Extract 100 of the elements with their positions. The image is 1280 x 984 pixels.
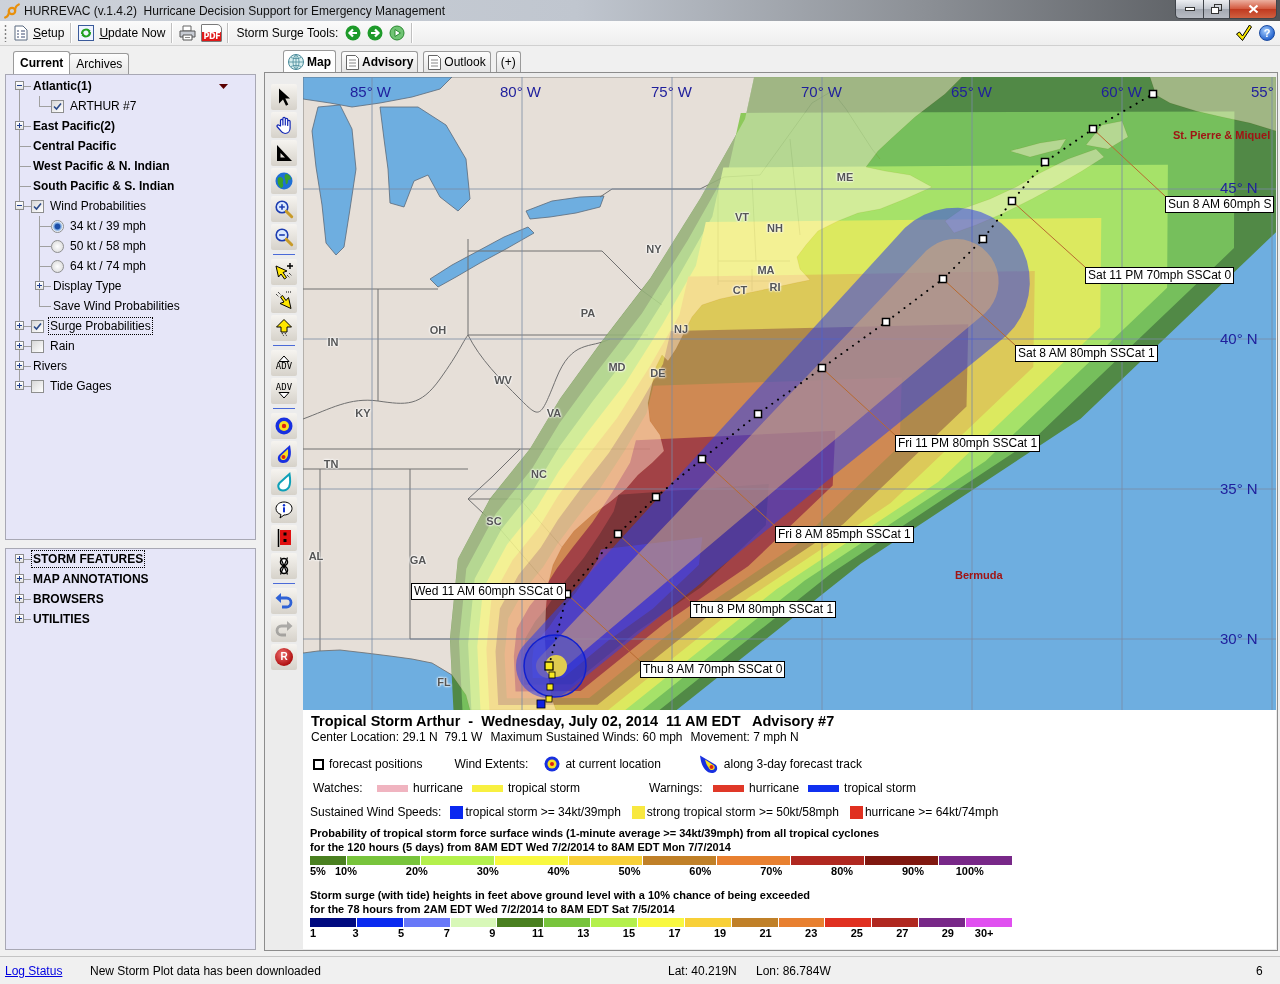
tree-item[interactable]: MAP ANNOTATIONS bbox=[31, 570, 151, 588]
forecast-position-marker bbox=[817, 363, 827, 373]
scale-tick-label: 9 bbox=[489, 927, 496, 939]
checkbox[interactable] bbox=[31, 379, 44, 393]
tree-item[interactable]: UTILITIES bbox=[31, 610, 92, 628]
legend-heading: Warnings: bbox=[649, 781, 704, 795]
panel-tab[interactable]: Current bbox=[13, 51, 71, 74]
close-button[interactable] bbox=[1230, 0, 1277, 19]
tree-item[interactable]: West Pacific & N. Indian bbox=[31, 157, 172, 175]
tree-item[interactable]: Surge Probabilities bbox=[48, 317, 153, 335]
state-label: NY bbox=[646, 243, 662, 255]
triangle-down-icon bbox=[278, 392, 290, 399]
latitude-label: 40° N bbox=[1220, 331, 1258, 346]
checkbox[interactable] bbox=[31, 319, 44, 333]
advisory-down-button[interactable]: ADV bbox=[271, 378, 297, 404]
tree-item[interactable]: South Pacific & S. Indian bbox=[31, 177, 177, 195]
expand-toggle[interactable] bbox=[15, 201, 24, 210]
scale-tick-label: 29 bbox=[941, 927, 954, 939]
tree-item[interactable]: Save Wind Probabilities bbox=[51, 297, 182, 315]
wind-swath-button[interactable] bbox=[271, 441, 297, 467]
scale-tick-label: 100% bbox=[955, 865, 984, 877]
tree-item[interactable]: Central Pacific bbox=[31, 137, 119, 155]
legend-label: forecast positions bbox=[329, 757, 423, 771]
expand-toggle[interactable] bbox=[15, 341, 24, 350]
scale-tick-label: 20% bbox=[405, 865, 428, 877]
zoom-in-button[interactable] bbox=[271, 196, 297, 222]
expand-toggle[interactable] bbox=[15, 81, 24, 90]
tree-item[interactable]: Rivers bbox=[31, 357, 69, 375]
maximize-button[interactable] bbox=[1203, 0, 1230, 19]
wind-extent-button[interactable] bbox=[271, 413, 297, 439]
add-marker-button[interactable] bbox=[271, 259, 297, 285]
loop-button[interactable] bbox=[271, 553, 297, 579]
panel-tab[interactable]: Archives bbox=[69, 53, 130, 74]
view-tab[interactable]: Advisory bbox=[341, 51, 419, 72]
radio-button[interactable] bbox=[51, 219, 64, 233]
legend-label: hurricane bbox=[413, 781, 464, 795]
info-button[interactable] bbox=[271, 497, 297, 523]
dropdown-arrow-icon[interactable] bbox=[219, 83, 228, 89]
move-marker-button[interactable] bbox=[271, 315, 297, 341]
longitude-label: 70° W bbox=[801, 84, 842, 99]
scale-tick-label: 30% bbox=[476, 865, 499, 877]
radio-button[interactable] bbox=[51, 239, 64, 253]
globe-tool-button[interactable] bbox=[271, 168, 297, 194]
forecast-label: Thu 8 PM 80mph SSCat 1 bbox=[690, 601, 837, 618]
view-tab[interactable]: Map bbox=[283, 50, 336, 72]
plus-icon bbox=[17, 323, 22, 328]
tree-item[interactable]: 50 kt / 58 mph bbox=[68, 237, 149, 255]
checkbox[interactable] bbox=[31, 199, 44, 213]
update-now-button[interactable]: Update Now bbox=[75, 22, 169, 44]
tree-item[interactable]: East Pacific(2) bbox=[31, 117, 118, 135]
tree-item[interactable]: Tide Gages bbox=[48, 377, 114, 395]
tree-item[interactable]: Rain bbox=[48, 337, 77, 355]
minimize-button[interactable] bbox=[1175, 0, 1203, 19]
advisory-up-button[interactable]: ADV bbox=[271, 350, 297, 376]
log-status-link[interactable]: Log Status bbox=[5, 963, 63, 978]
checkbox[interactable] bbox=[31, 339, 44, 353]
state-label: ME bbox=[836, 171, 854, 183]
pointer-tool-button[interactable] bbox=[271, 84, 297, 110]
pan-tool-button[interactable] bbox=[271, 112, 297, 138]
tree-item[interactable]: Display Type bbox=[51, 277, 124, 295]
view-tab[interactable]: (+) bbox=[495, 51, 521, 72]
tree-item[interactable]: Wind Probabilities bbox=[48, 197, 149, 215]
triangle-up-icon bbox=[278, 355, 290, 362]
teardrop-outline-icon bbox=[274, 472, 294, 492]
forecast-position-marker bbox=[613, 529, 623, 539]
tree-item[interactable]: ARTHUR #7 bbox=[68, 97, 139, 115]
checkbox[interactable] bbox=[51, 99, 64, 113]
radio-button[interactable] bbox=[51, 259, 64, 273]
tree-item[interactable]: 34 kt / 39 mph bbox=[68, 217, 149, 235]
expand-toggle[interactable] bbox=[15, 321, 24, 330]
expand-toggle[interactable] bbox=[15, 574, 24, 583]
expand-toggle[interactable] bbox=[15, 614, 24, 623]
expand-toggle[interactable] bbox=[15, 554, 24, 563]
measure-tool-button[interactable] bbox=[271, 140, 297, 166]
tree-item[interactable]: BROWSERS bbox=[31, 590, 106, 608]
tree-item[interactable]: STORM FEATURES bbox=[31, 550, 146, 568]
flag-button[interactable] bbox=[271, 525, 297, 551]
longitude-label: 55° bbox=[1251, 84, 1274, 99]
expand-toggle[interactable] bbox=[15, 361, 24, 370]
target-icon bbox=[274, 416, 294, 436]
legend-label: tropical storm bbox=[508, 781, 581, 795]
state-label: NJ bbox=[673, 323, 689, 335]
edit-marker-button[interactable] bbox=[271, 287, 297, 313]
minus-icon bbox=[17, 83, 22, 88]
pdf-button[interactable]: PDF bbox=[201, 24, 223, 42]
toolbar-grip[interactable] bbox=[4, 24, 7, 42]
expand-toggle[interactable] bbox=[15, 381, 24, 390]
expand-toggle[interactable] bbox=[35, 281, 44, 290]
setup-button[interactable]: Setup bbox=[11, 22, 68, 44]
latitude-label: 45° N bbox=[1220, 180, 1258, 195]
tree-item[interactable]: 64 kt / 74 mph bbox=[68, 257, 149, 275]
zoom-out-button[interactable] bbox=[271, 224, 297, 250]
undo-button[interactable] bbox=[271, 588, 297, 614]
expand-toggle[interactable] bbox=[15, 121, 24, 130]
state-label: AL bbox=[308, 550, 324, 562]
checkmark-icon bbox=[1235, 24, 1253, 42]
expand-toggle[interactable] bbox=[15, 594, 24, 603]
tree-item[interactable]: Atlantic(1) bbox=[31, 77, 94, 95]
view-tab[interactable]: Outlook bbox=[423, 51, 491, 72]
scale-tick-label: 21 bbox=[759, 927, 772, 939]
